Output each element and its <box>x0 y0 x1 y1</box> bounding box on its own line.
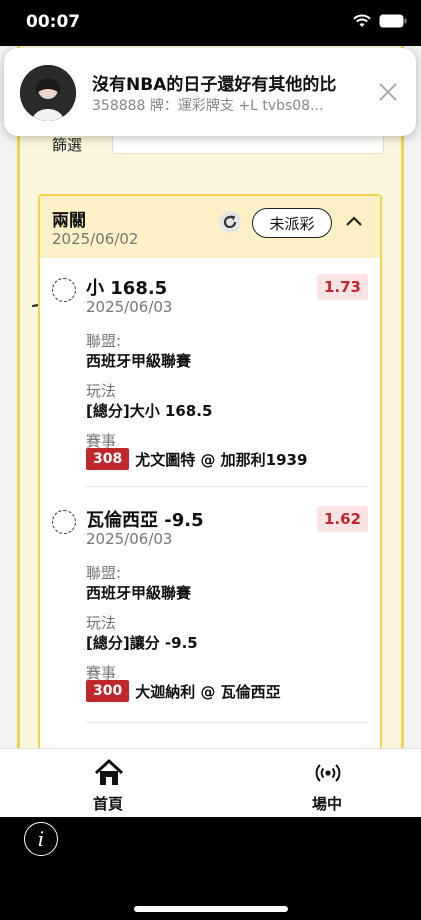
event-number-badge: 308 <box>86 448 130 470</box>
league-value: 西班牙甲級聯賽 <box>86 352 192 370</box>
play-label: 玩法 <box>86 382 117 400</box>
divider <box>86 722 368 723</box>
bet-radio[interactable] <box>52 278 76 302</box>
play-value: [總分]讓分 -9.5 <box>86 634 198 652</box>
live-broadcast-icon <box>315 764 341 782</box>
league-label: 聯盟: <box>86 332 122 350</box>
play-value: [總分]大小 168.5 <box>86 402 213 420</box>
notification-avatar <box>20 65 76 121</box>
battery-icon <box>379 14 407 28</box>
close-icon[interactable] <box>376 80 400 104</box>
status-bar: 00:07 <box>0 0 421 46</box>
league-label: 聯盟: <box>86 564 122 582</box>
avatar-image <box>20 65 76 121</box>
bet-date: 2025/06/03 <box>86 530 173 548</box>
bet-radio[interactable] <box>52 510 76 534</box>
event-line: 300 大迦納利 @ 瓦倫西亞 <box>86 680 281 702</box>
event-number-badge: 300 <box>86 680 130 702</box>
settlement-status-badge: 未派彩 <box>252 208 332 238</box>
chevron-up-icon[interactable] <box>342 210 366 234</box>
divider <box>86 486 368 487</box>
parlay-header[interactable]: 兩關 2025/06/02 未派彩 <box>40 196 380 258</box>
notification-subtitle: 358888 牌：運彩牌支 +L tvbs08... <box>92 98 324 114</box>
notification-title: 沒有NBA的日子還好有其他的比 <box>92 75 337 95</box>
bet-date: 2025/06/03 <box>86 298 173 316</box>
wifi-icon <box>353 14 371 27</box>
home-indicator[interactable] <box>134 906 288 912</box>
bottom-safe-area <box>0 817 421 920</box>
bet-leg: 瓦倫西亞 -9.5 2025/06/03 1.62 聯盟: 西班牙甲級聯賽 玩法… <box>40 490 380 723</box>
play-label: 玩法 <box>86 614 117 632</box>
bet-title: 小 168.5 <box>86 278 168 299</box>
status-time: 00:07 <box>26 12 81 32</box>
filter-label: 篩選 <box>52 136 83 154</box>
bet-title: 瓦倫西亞 -9.5 <box>86 510 204 531</box>
tab-label: 首頁 <box>92 795 123 813</box>
home-icon <box>94 759 124 785</box>
event-matchup: 大迦納利 @ 瓦倫西亞 <box>135 682 281 701</box>
tab-label: 場中 <box>311 795 342 813</box>
filter-row: 篩選 <box>20 120 401 170</box>
event-line: 308 尤文圖特 @ 加那利1939 <box>86 448 307 470</box>
odds-badge: 1.73 <box>316 274 368 300</box>
info-button[interactable]: i <box>24 822 58 856</box>
event-matchup: 尤文圖特 @ 加那利1939 <box>135 450 308 469</box>
app-content: 篩選 兩關 2025/06/02 未派彩 小 168.5 2025/06/03 … <box>0 46 421 817</box>
tab-home[interactable]: 首頁 <box>58 757 158 813</box>
bottom-tab-bar: 首頁 場中 <box>0 748 421 817</box>
parlay-title: 兩關 <box>52 211 86 231</box>
status-icons <box>353 14 407 28</box>
bet-leg: 小 168.5 2025/06/03 1.73 聯盟: 西班牙甲級聯賽 玩法 [… <box>40 258 380 488</box>
league-value: 西班牙甲級聯賽 <box>86 584 192 602</box>
parlay-date: 2025/06/02 <box>52 230 139 248</box>
refresh-icon[interactable] <box>218 210 242 234</box>
parlay-card: 兩關 2025/06/02 未派彩 小 168.5 2025/06/03 1.7… <box>38 194 382 817</box>
odds-badge: 1.62 <box>316 506 368 532</box>
tab-live[interactable]: 場中 <box>277 757 377 813</box>
push-notification[interactable]: 沒有NBA的日子還好有其他的比 358888 牌：運彩牌支 +L tvbs08.… <box>4 48 416 136</box>
